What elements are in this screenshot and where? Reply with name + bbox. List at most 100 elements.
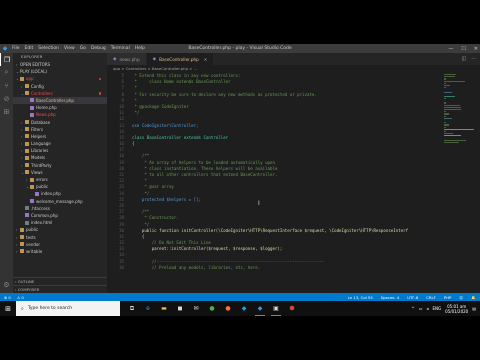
status-right-item[interactable]: Ln 13, Col 55 <box>348 295 373 300</box>
tree-item[interactable]: .htaccess <box>13 205 107 212</box>
taskbar-search[interactable]: ⌕ Type here to search <box>16 301 120 316</box>
app-icon-2[interactable]: ⬢ <box>284 301 300 316</box>
menu-item-go[interactable]: Go <box>80 46 86 51</box>
store-icon[interactable]: ◼ <box>172 301 188 316</box>
menu-item-terminal[interactable]: Terminal <box>111 46 130 51</box>
minimap-line <box>444 76 456 78</box>
minimap-line <box>444 102 446 104</box>
tree-item[interactable]: › Helpers <box>13 133 107 140</box>
tree-item[interactable]: ⌄ Controllers <box>13 90 107 97</box>
more-actions-icon[interactable]: ··· <box>471 56 476 62</box>
title-bar: ◆ File Edit Selection View Go Debug Terminal He… <box>0 44 480 53</box>
tray-chevron-icon[interactable]: ^ <box>411 306 414 311</box>
code-editor[interactable]: 5 * Extend this class in any new control… <box>107 73 480 293</box>
tree-item[interactable]: › public <box>13 226 107 233</box>
menu-item-help[interactable]: Help <box>135 46 145 51</box>
tree-item[interactable]: › Config <box>13 83 107 90</box>
tree-item[interactable]: index.html <box>13 219 107 226</box>
files-icon[interactable]: ❐ <box>0 53 13 66</box>
tree-item[interactable]: Home.php <box>13 104 107 111</box>
status-left-item[interactable]: ⊗ 0 <box>4 295 11 300</box>
tree-item[interactable]: index.php <box>13 190 107 197</box>
status-left-item[interactable]: ⚠ 0 <box>17 295 24 300</box>
notifications-icon[interactable]: ▤ <box>472 306 476 311</box>
file-explorer-icon[interactable]: ▬ <box>156 301 172 316</box>
tree-item[interactable]: › Filters <box>13 126 107 133</box>
search-icon[interactable]: ⌕ <box>0 66 13 79</box>
folder-icon <box>30 177 34 182</box>
maximize-icon[interactable]: ☐ <box>461 46 465 52</box>
language-indicator[interactable]: ENG <box>433 306 442 311</box>
tree-item[interactable]: › Language <box>13 140 107 147</box>
vscode-logo-icon: ◆ <box>2 45 8 52</box>
explorer-header: EXPLORER <box>21 54 43 59</box>
app-icon[interactable]: ◆ <box>236 301 252 316</box>
status-right-item[interactable]: PHP <box>444 295 451 300</box>
menu-item-debug[interactable]: Debug <box>91 46 106 51</box>
mail-icon[interactable]: ✉ <box>188 301 204 316</box>
status-right-item[interactable]: Spaces: 4 <box>381 295 399 300</box>
menu-item-edit[interactable]: Edit <box>25 46 34 51</box>
code-text: * Constructor. <box>132 215 179 221</box>
clock[interactable]: 05:01 am 05/01/2020 <box>445 304 468 314</box>
volume-icon[interactable]: ◂ <box>427 306 429 311</box>
settings-gear-icon[interactable]: ⚙ <box>0 278 13 291</box>
composer-section[interactable]: › COMPOSER <box>13 285 107 293</box>
tree-item[interactable]: ⌄ Views <box>13 169 107 176</box>
status-bar: ⊗ 0 ⚠ 0 Ln 13, Col 55 Spaces: 4 UTF-8 CRLF PH… <box>0 293 480 301</box>
status-right-item[interactable]: 🔔 <box>471 295 476 300</box>
task-view-icon[interactable]: ⧉ <box>124 301 140 316</box>
tree-item[interactable]: › tests <box>13 234 107 241</box>
windows-start-icon[interactable]: ⊞ <box>0 301 16 316</box>
terminal-icon[interactable]: ▣ <box>268 301 284 316</box>
breadcrumb[interactable]: app > Controllers > BaseController.php >… <box>107 65 480 73</box>
tree-item[interactable]: ⌄ public <box>13 183 107 190</box>
close-icon[interactable]: ✕ <box>474 46 478 52</box>
tab-basecontroller-php[interactable]: ◆ BaseController.php ✕ <box>146 53 215 65</box>
tree-item[interactable]: › errors <box>13 176 107 183</box>
firefox-icon[interactable]: ● <box>220 301 236 316</box>
tree-item[interactable]: BaseController.php <box>13 96 107 105</box>
vscode-icon[interactable]: ◆ <box>252 301 268 316</box>
minimap-line <box>444 141 459 143</box>
tree-item[interactable]: Common.php <box>13 212 107 219</box>
code-text: */ <box>132 110 140 116</box>
network-icon[interactable]: ▭ <box>419 306 423 311</box>
minimap-line <box>444 139 466 141</box>
tree-item-label: Language <box>31 141 51 147</box>
menu-item-view[interactable]: View <box>64 46 75 51</box>
tree-item[interactable]: News.php <box>13 111 107 118</box>
source-control-icon[interactable]: ⑂ <box>0 79 13 92</box>
tree-item-label: Filters <box>31 126 43 132</box>
tree-item[interactable]: ⌄ app <box>13 75 107 82</box>
php-file-icon: ◆ <box>113 56 117 62</box>
minimap-line <box>444 80 465 82</box>
folder-icon <box>25 155 29 160</box>
edge-icon[interactable]: e <box>140 301 156 316</box>
project-section[interactable]: ⌄PLAY (LOCAL) <box>13 68 107 75</box>
split-editor-icon[interactable]: ◫ <box>461 56 466 62</box>
minimap[interactable] <box>444 73 474 293</box>
close-tab-icon[interactable]: ✕ <box>204 57 208 62</box>
menu-item-file[interactable]: File <box>12 46 20 51</box>
minimize-icon[interactable]: — <box>448 46 453 52</box>
outline-section[interactable]: › OUTLINE <box>13 277 107 285</box>
tree-item[interactable]: › Models <box>13 154 107 161</box>
folder-icon <box>25 170 29 175</box>
status-right-item[interactable]: ☺ <box>459 295 463 300</box>
tree-item[interactable]: › ThirdParty <box>13 162 107 169</box>
tab-news-php[interactable]: ◆ news.php <box>107 53 147 65</box>
extensions-icon[interactable]: ⊞ <box>0 105 13 118</box>
chrome-icon[interactable]: ● <box>204 301 220 316</box>
status-right-item[interactable]: CRLF <box>426 295 436 300</box>
tree-item[interactable]: › vendor <box>13 241 107 248</box>
tree-item[interactable]: › Database <box>13 119 107 126</box>
open-editors-section[interactable]: › OPEN EDITORS <box>13 61 107 68</box>
tree-item[interactable]: welcome_message.php <box>13 198 107 205</box>
debug-icon[interactable]: ⊘ <box>0 92 13 105</box>
menu-item-selection[interactable]: Selection <box>38 46 59 51</box>
minimap-line <box>444 128 474 130</box>
status-right-item[interactable]: UTF-8 <box>407 295 418 300</box>
tree-item[interactable]: › Libraries <box>13 147 107 154</box>
tree-item[interactable]: › writable <box>13 248 107 255</box>
